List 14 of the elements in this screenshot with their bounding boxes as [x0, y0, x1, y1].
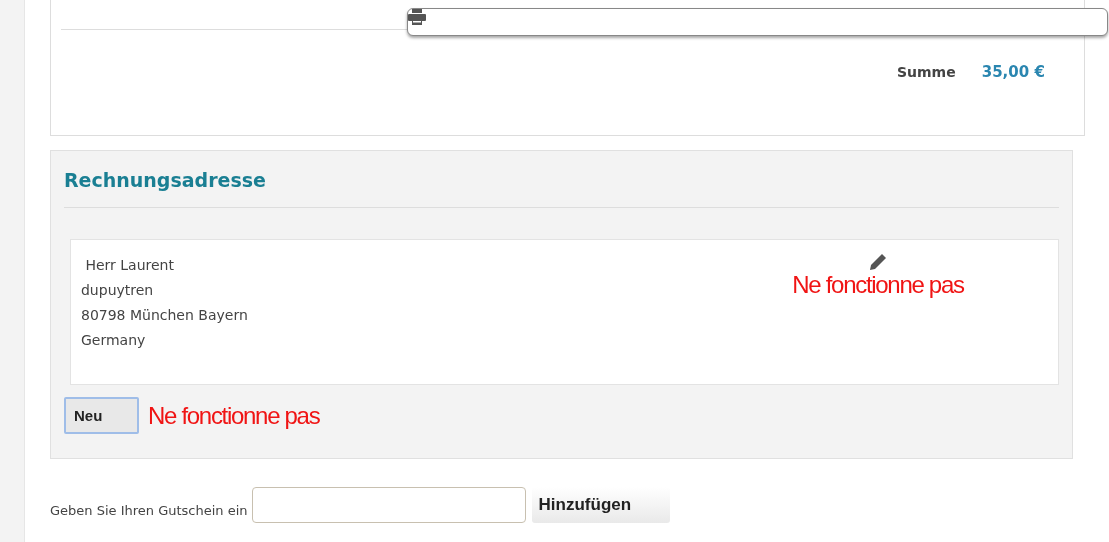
total-value: 35,00 € — [981, 63, 1045, 81]
address-line: dupuytren — [81, 281, 155, 300]
address-line: 80798 München Bayern — [81, 306, 248, 325]
print-icon[interactable] — [408, 9, 426, 25]
total-label: Summe — [897, 64, 956, 80]
section-title: Rechnungsadresse — [64, 151, 1059, 208]
annotation-text: Ne fonctionne pas — [148, 401, 320, 430]
new-button[interactable]: Neu — [64, 397, 139, 434]
coupon-field[interactable] — [251, 487, 526, 523]
annotation-text: Ne fonctionne pas — [792, 271, 964, 299]
pencil-icon[interactable] — [869, 253, 887, 271]
coupon-label: Geben Sie Ihren Gutschein ein — [50, 501, 248, 518]
address-line: Germany — [81, 331, 147, 350]
address-line: Herr Laurent — [84, 256, 175, 275]
